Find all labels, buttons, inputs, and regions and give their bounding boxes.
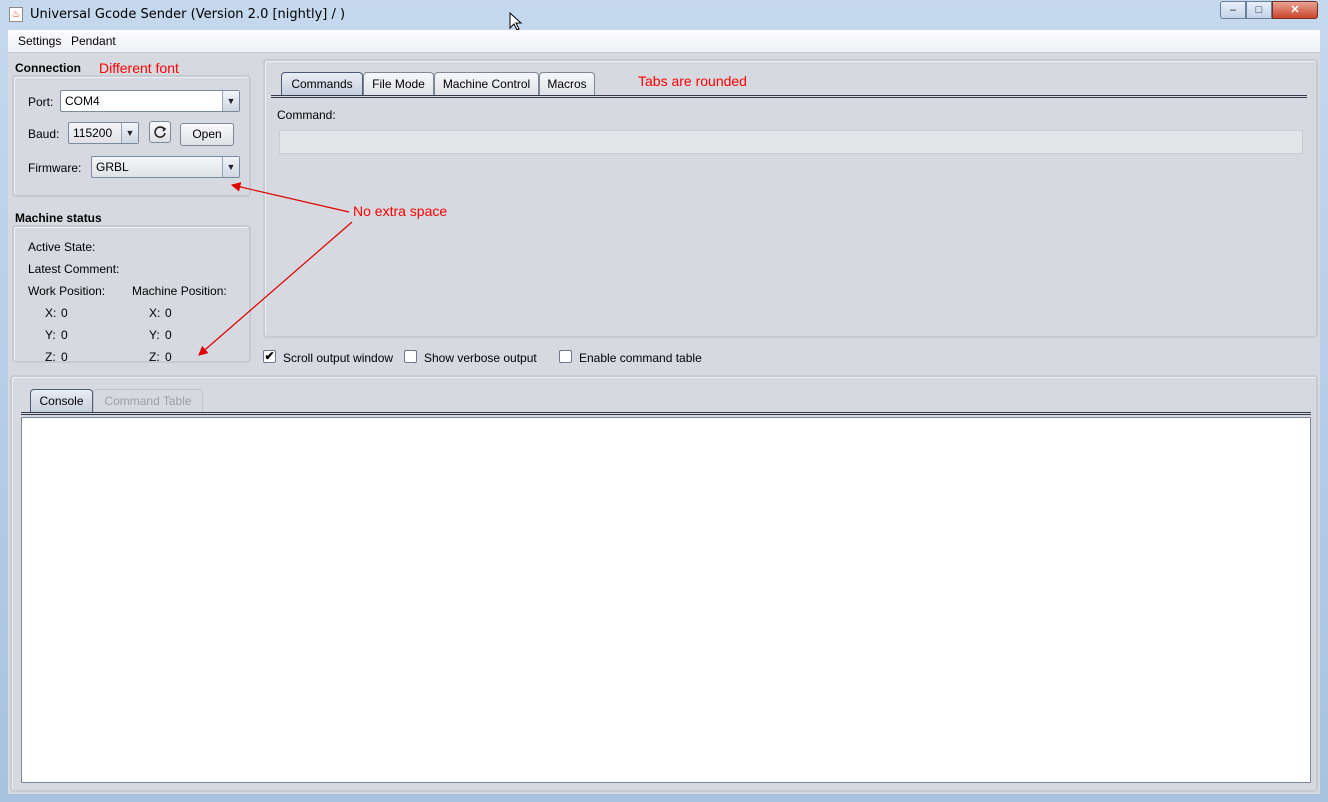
arrow-to-machine-status <box>198 221 353 356</box>
application-window: ♨ Universal Gcode Sender (Version 2.0 [n… <box>0 0 1328 802</box>
arrow-to-connection <box>230 182 350 213</box>
annotation-arrows <box>198 182 353 356</box>
